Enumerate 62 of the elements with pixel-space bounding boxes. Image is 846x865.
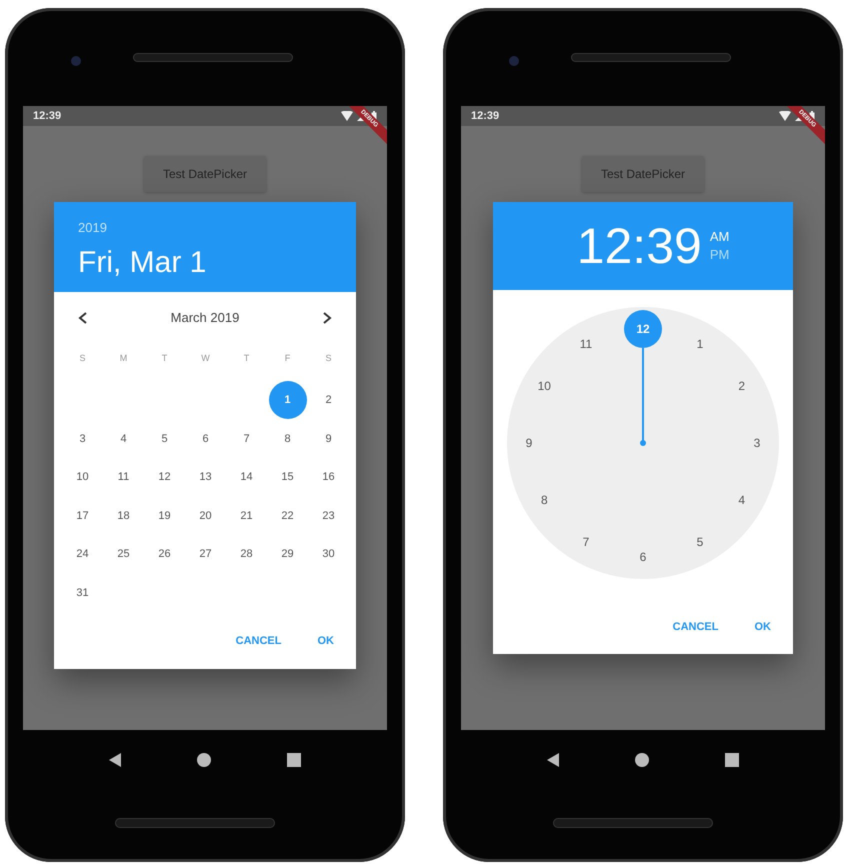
calendar-day[interactable]: 9 [310,420,348,458]
hour-number[interactable]: 11 [567,325,605,364]
calendar-day[interactable]: 12 [146,458,184,496]
status-time: 12:39 [33,108,62,124]
clock-face[interactable]: 12 1 2 3 4 5 6 7 8 9 10 11 [507,307,779,579]
weekday-label: T [242,352,250,364]
calendar-day[interactable]: 26 [146,536,184,574]
calendar-day[interactable]: 19 [146,497,184,536]
calendar-day[interactable]: 20 [186,497,224,536]
calendar-day[interactable]: 4 [104,420,142,458]
previous-month-icon[interactable] [78,312,88,324]
home-icon[interactable] [635,753,649,767]
weekday-label: W [200,352,211,364]
status-time: 12:39 [471,108,500,124]
weekday-label: S [78,352,86,364]
calendar-day[interactable]: 3 [64,420,102,458]
hour-number[interactable]: 9 [510,424,548,462]
month-label: March 2019 [170,309,240,327]
wifi-icon [779,111,791,121]
calendar-day[interactable]: 15 [268,458,306,496]
hour-number[interactable]: 1 [681,325,719,364]
calendar-day[interactable]: 2 [310,381,348,420]
calendar-day[interactable]: 25 [104,536,142,574]
weekday-label: M [118,352,128,364]
hour-number[interactable]: 10 [525,367,564,405]
calendar-day[interactable]: 27 [186,536,224,574]
calendar-day[interactable]: 14 [228,458,266,496]
hour-number[interactable]: 3 [738,424,776,462]
calendar-day[interactable]: 21 [228,497,266,536]
calendar-day[interactable]: 28 [228,536,266,574]
calendar-day[interactable]: 13 [186,458,224,496]
camera-icon [71,56,81,66]
calendar-day[interactable]: 24 [64,536,102,574]
calendar-day[interactable]: 7 [228,420,266,458]
hour-number[interactable]: 7 [567,522,605,561]
calendar-day[interactable]: 16 [310,458,348,496]
next-month-icon[interactable] [322,312,332,324]
camera-icon [509,56,519,66]
hour-number[interactable]: 2 [722,367,761,405]
calendar-day[interactable]: 30 [310,536,348,574]
calendar-day[interactable]: 5 [146,420,184,458]
weekday-label: T [160,352,168,364]
hour-number[interactable]: 6 [624,538,662,576]
back-icon[interactable] [109,753,121,767]
calendar-day[interactable]: 6 [186,420,224,458]
calendar-day[interactable]: 11 [104,458,142,496]
calendar-day[interactable]: 22 [268,497,306,536]
hour-number[interactable]: 8 [525,481,564,519]
calendar-day[interactable]: 18 [104,497,142,536]
calendar-day[interactable]: 17 [64,497,102,536]
calendar-day[interactable]: 31 [64,574,102,612]
hour-number[interactable]: 4 [722,481,761,519]
calendar-day[interactable]: 8 [268,420,306,458]
weekday-label: F [284,352,292,364]
home-icon[interactable] [197,753,211,767]
weekday-label: S [324,352,332,364]
calendar-day[interactable]: 29 [268,536,306,574]
wifi-icon [341,111,353,121]
calendar-day[interactable]: 10 [64,458,102,496]
back-icon[interactable] [547,753,559,767]
hour-number[interactable]: 5 [681,522,719,561]
calendar-day[interactable]: 23 [310,497,348,536]
